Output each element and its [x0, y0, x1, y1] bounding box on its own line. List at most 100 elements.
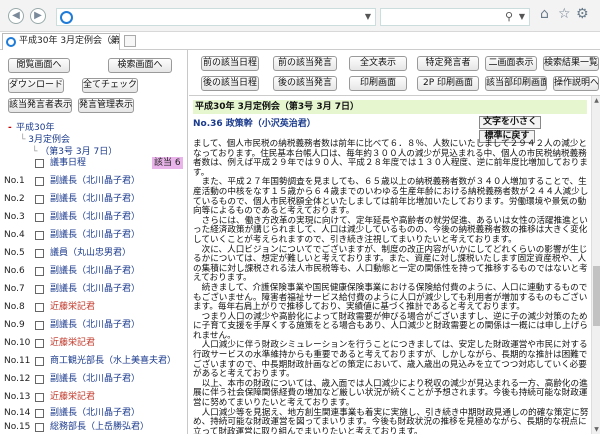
list-item[interactable]: No.2 副議長（北川晶子君）: [2, 192, 182, 206]
speech-list-button[interactable]: 発言管理表示: [78, 98, 134, 113]
row-checkbox[interactable]: [35, 357, 44, 366]
paragraph: 次に、人口ビジョンについてでございますが、制度の改正内容がいかにしてどれくらいの…: [193, 244, 588, 284]
scroll-down-icon[interactable]: ▼: [592, 425, 600, 434]
new-tab-button[interactable]: [124, 35, 136, 47]
row-name[interactable]: 議事日程: [50, 156, 86, 170]
row-checkbox[interactable]: [35, 249, 44, 258]
document-view: 平成30年 3月定例会（第3号 3月 7日） No.36 政策幹（小沢英治君） …: [189, 96, 591, 434]
scroll-up-icon[interactable]: ▲: [592, 96, 600, 105]
chevron-down-icon[interactable]: ▼: [519, 12, 525, 21]
list-item[interactable]: No.5 議員（丸山忠男君）: [2, 246, 182, 260]
next-speech-button[interactable]: 後の該当発言: [273, 76, 337, 91]
row-name[interactable]: 近藤栄記君: [50, 336, 95, 350]
close-icon[interactable]: ×: [109, 34, 117, 49]
row-number: No.3: [4, 212, 25, 222]
row-number: No.2: [4, 194, 25, 204]
tab-bar: 平成30年 3月定例会（第3… ×: [0, 32, 600, 50]
address-bar[interactable]: ▼: [56, 8, 376, 26]
tab-active[interactable]: 平成30年 3月定例会（第3… ×: [2, 33, 120, 50]
two-column-button[interactable]: 二画面表示: [485, 56, 537, 71]
row-name[interactable]: 副議長（北川晶子君）: [50, 228, 140, 242]
search-input[interactable]: ⚲ ▼: [380, 8, 530, 26]
search-icon[interactable]: ⚲: [505, 10, 513, 23]
row-name[interactable]: 副議長（北川晶子君）: [50, 174, 140, 188]
ie-icon: [6, 37, 16, 47]
row-checkbox[interactable]: [35, 423, 44, 432]
row-name[interactable]: 副議長（北川晶子君）: [50, 210, 140, 224]
row-name[interactable]: 近藤栄記君: [50, 300, 95, 314]
list-item[interactable]: No.4 副議長（北川晶子君）: [2, 228, 182, 242]
home-icon[interactable]: ⌂: [540, 6, 549, 22]
list-item[interactable]: 議事日程 該当 6: [2, 156, 183, 170]
row-checkbox[interactable]: [35, 159, 44, 168]
list-item[interactable]: No.10 近藤栄記君: [2, 336, 182, 350]
chevron-down-icon[interactable]: ▼: [365, 12, 371, 21]
print-button[interactable]: 印刷画面: [349, 76, 407, 91]
row-checkbox[interactable]: [35, 303, 44, 312]
row-checkbox[interactable]: [35, 195, 44, 204]
row-checkbox[interactable]: [35, 231, 44, 240]
list-item[interactable]: No.7 副議長（北川晶子君）: [2, 282, 182, 296]
print-hit-button[interactable]: 該当部印刷画面: [485, 76, 547, 91]
list-item[interactable]: No.14 副議長（北川晶子君）: [2, 406, 182, 420]
prev-speech-button[interactable]: 前の該当発言: [273, 56, 337, 71]
gear-icon[interactable]: ⚙: [576, 6, 589, 22]
speech-body: まして、個人市民税の納税義務者数は前年に比べて６．８％、人数にいたしまして２９４…: [193, 139, 589, 434]
row-checkbox[interactable]: [35, 177, 44, 186]
row-checkbox[interactable]: [35, 393, 44, 402]
row-checkbox[interactable]: [35, 267, 44, 276]
speaker-heading: No.36 政策幹（小沢英治君）: [193, 119, 316, 129]
row-name[interactable]: 副議長（北川晶子君）: [50, 282, 140, 296]
favorites-icon[interactable]: ☆: [558, 6, 571, 22]
list-item[interactable]: No.9 副議長（北川晶子君）: [2, 318, 182, 332]
show-all-button[interactable]: 全文表示: [349, 56, 407, 71]
row-number: No.1: [4, 176, 25, 186]
row-name[interactable]: 議員（丸山忠男君）: [50, 246, 131, 260]
text-smaller-button[interactable]: 文字を小さく: [479, 116, 541, 129]
list-item[interactable]: No.3 副議長（北川晶子君）: [2, 210, 182, 224]
row-name[interactable]: 副議長（北川晶子君）: [50, 318, 140, 332]
next-hit-button[interactable]: 後の該当日程: [201, 76, 259, 91]
print-2p-button[interactable]: 2P 印刷画面: [417, 76, 479, 91]
row-checkbox[interactable]: [35, 409, 44, 418]
vertical-scrollbar[interactable]: ▲ ▼: [591, 96, 600, 434]
row-checkbox[interactable]: [35, 339, 44, 348]
row-checkbox[interactable]: [35, 213, 44, 222]
row-name[interactable]: 副議長（北川晶子君）: [50, 192, 140, 206]
row-checkbox[interactable]: [35, 321, 44, 330]
list-item[interactable]: No.15 総務部長（上岳勝弘君）: [2, 420, 182, 434]
help-button[interactable]: 操作説明へ: [553, 76, 599, 91]
show-speaker-button[interactable]: 該当発言者表示: [8, 98, 72, 113]
list-item[interactable]: No.8 近藤栄記君: [2, 300, 182, 314]
row-checkbox[interactable]: [35, 375, 44, 384]
list-item[interactable]: No.1 副議長（北川晶子君）: [2, 174, 182, 188]
row-name[interactable]: 副議長（北川晶子君）: [50, 372, 140, 386]
list-item[interactable]: No.6 副議長（北川晶子君）: [2, 264, 182, 278]
download-button[interactable]: ダウンロード: [8, 78, 64, 93]
row-number: No.13: [4, 392, 31, 402]
row-number: No.14: [4, 408, 31, 418]
kaigiroku-list-button[interactable]: 閲覧画面へ: [8, 58, 70, 73]
check-all-button[interactable]: 全てチェック: [82, 78, 138, 93]
list-item[interactable]: No.12 副議長（北川晶子君）: [2, 372, 182, 386]
list-item[interactable]: No.11 商工観光部長（水上美喜夫君）: [2, 354, 182, 368]
scroll-thumb[interactable]: [593, 266, 600, 326]
prev-hit-button[interactable]: 前の該当日程: [201, 56, 259, 71]
list-item[interactable]: No.13 近藤栄記君: [2, 390, 182, 404]
row-number: No.8: [4, 302, 25, 312]
row-name[interactable]: 副議長（北川晶子君）: [50, 406, 140, 420]
row-name[interactable]: 近藤栄記君: [50, 390, 95, 404]
paragraph: まして、個人市民税の納税義務者数は前年に比べて６．８％、人数にいたしまして２９４…: [193, 139, 588, 178]
row-checkbox[interactable]: [35, 285, 44, 294]
back-icon[interactable]: ◀: [8, 8, 24, 24]
viewer-toolbar: 前の該当日程 前の該当発言 全文表示 特定発言者 二画面表示 検索結果一覧へ 後…: [189, 50, 600, 96]
row-name[interactable]: 副議長（北川晶子君）: [50, 264, 140, 278]
result-list-button[interactable]: 検索結果一覧へ: [543, 56, 599, 71]
row-name[interactable]: 商工観光部長（水上美喜夫君）: [50, 354, 176, 368]
search-screen-button[interactable]: 検索画面へ: [108, 58, 172, 73]
paragraph: 人口減少等を見据え、地方創生関連事業も着実に実施し、引き続き中期財政見通しの的確…: [193, 407, 589, 434]
row-name[interactable]: 総務部長（上岳勝弘君）: [50, 420, 149, 434]
row-number: No.7: [4, 284, 25, 294]
forward-icon[interactable]: ▶: [30, 8, 46, 24]
specific-speaker-button[interactable]: 特定発言者: [417, 56, 479, 71]
